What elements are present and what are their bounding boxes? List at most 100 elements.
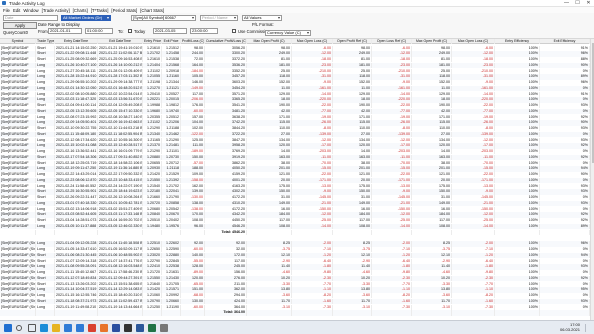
menu-window[interactable]: Window [23, 8, 38, 13]
table-row[interactable]: [Sim]EURUSD#F (Sim) Long 2021-01-15 16:12:… [0, 293, 594, 299]
table-row[interactable]: [Sim]EURUSD#F Long 2021-01-29 06:55:10.202… [0, 80, 594, 86]
table-row[interactable]: [Sim]EURUSD#F Long 2021-02-22 14:43:29.014… [0, 172, 594, 178]
column-header[interactable]: Trade Type [36, 39, 55, 45]
table-row[interactable]: [Sim]EURUSD#F Long 2021-02-02 08:10:05.880… [0, 91, 594, 97]
total-row[interactable]: Total: 4546.20 [0, 229, 594, 235]
settings-icon[interactable] [160, 324, 168, 332]
from-time-input[interactable]: 01:00:00 [85, 28, 113, 34]
column-header[interactable]: Open Loss Ref (C) [372, 39, 412, 45]
menu-charts[interactable]: [Charts] [73, 8, 88, 13]
table-row[interactable]: [Sim]EURUSD#F (Sim) Short 2021-01-13 13:26… [0, 281, 594, 287]
date-field[interactable]: Date [3, 15, 58, 21]
table-row[interactable]: [Sim]EURUSD#F (Sim) Long 2021-01-08 09:55:… [0, 264, 594, 270]
system-clock[interactable]: 17:00 06.03.2021 [560, 322, 580, 332]
column-header[interactable]: Exit Price [162, 39, 181, 45]
table-row[interactable]: [Sim]EURUSD#F (Sim) Short 2021-01-06 08:21… [0, 252, 594, 259]
from-date-input[interactable]: 2021-01-01 [48, 28, 82, 34]
mail-icon[interactable] [76, 324, 84, 332]
column-header[interactable]: Open Profit Ref (C) [333, 39, 372, 45]
table-row[interactable]: [Sim]EURUSD#F Short 2021-02-04 09:41:00.11… [0, 103, 594, 109]
word-icon[interactable] [136, 324, 144, 332]
show-desktop-button[interactable] [585, 324, 591, 332]
table-row[interactable]: [Sim]EURUSD#F Short 2021-02-25 16:30:55.90… [0, 189, 594, 195]
table-row[interactable]: [Sim]EURUSD#F (Sim) Long 2021-01-19 11:49:… [0, 304, 594, 310]
table-row[interactable]: [Sim]EURUSD#F Long 2021-02-24 11:58:40.552… [0, 183, 594, 189]
table-row[interactable]: [Sim]EURUSD#F (Sim) Long 2021-01-04 09:12:… [0, 241, 594, 247]
column-header[interactable]: Exit DateTime [98, 39, 143, 45]
table-row[interactable]: [Sim]EURUSD#F Long 2021-03-05 10:11:37.888… [0, 223, 594, 230]
table-row[interactable]: [Sim]EURUSD#F Long 2021-02-16 13:36:52.441… [0, 149, 594, 155]
table-row[interactable]: [Sim]EURUSD#F (Sim) Long 2021-01-11 15:40:… [0, 270, 594, 276]
values-select[interactable]: All Values [242, 15, 282, 21]
windows-start-icon[interactable] [4, 324, 12, 332]
pl-format-select[interactable]: Currency Value (C) [265, 30, 311, 36]
menu-tasks[interactable]: [T*Tasks] [91, 8, 109, 13]
use-commission-checkbox[interactable] [232, 29, 236, 33]
today-checkbox[interactable] [128, 29, 132, 33]
column-header[interactable]: Max Open Loss (C) [452, 39, 495, 45]
table-row[interactable]: [Sim]EURUSD#F Short 2021-03-03 08:52:44.60… [0, 212, 594, 218]
to-time-input[interactable]: 23:00:00 [190, 28, 218, 34]
terminal-icon[interactable] [124, 324, 132, 332]
table-row[interactable]: [Sim]EURUSD#F (Sim) Short 2021-01-12 07:18… [0, 275, 594, 282]
task-view-icon[interactable] [28, 324, 36, 332]
menu-chart-stats[interactable]: [Chart Stats] [140, 8, 164, 13]
search-icon[interactable] [16, 325, 22, 331]
table-row[interactable]: [Sim]EURUSD#F Long 2021-01-26 10:40:27.100… [0, 62, 594, 69]
period-select[interactable]: Period / Name [200, 15, 238, 21]
table-row[interactable]: [Sim]EURUSD#F Short 2021-01-21 14:15:02.25… [0, 45, 594, 51]
table-row[interactable]: [Sim]EURUSD#F Long 2021-02-19 09:11:47.250… [0, 166, 594, 172]
vertical-scrollbar[interactable] [590, 39, 594, 320]
menu-period-stats[interactable]: [Period Stats] [111, 8, 137, 13]
table-row[interactable]: [Sim]EURUSD#F Short 2021-02-05 13:12:39.60… [0, 108, 594, 115]
table-row[interactable]: [Sim]EURUSD#F Long 2021-01-28 15:22:44.910… [0, 74, 594, 80]
column-header[interactable]: Max Open Loss (C) [292, 39, 333, 45]
table-row[interactable]: [Sim]EURUSD#F (Sim) Long 2021-01-05 14:33:… [0, 247, 594, 253]
table-row[interactable]: [Sim]EURUSD#F Long 2021-03-02 13:14:06.918… [0, 206, 594, 212]
column-header[interactable]: Max Open Profit (C) [247, 39, 292, 45]
table-row[interactable]: [Sim]EURUSD#F Short 2021-02-11 15:48:09.18… [0, 131, 594, 138]
column-header[interactable]: Symbol [0, 39, 36, 45]
table-row[interactable]: [Sim]EURUSD#F Short 2021-01-25 08:09:32.66… [0, 57, 594, 63]
table-row[interactable]: [Sim]EURUSD#F (Sim) Short 2021-01-07 12:09… [0, 258, 594, 264]
table-row[interactable]: [Sim]EURUSD#F Short 2021-03-04 14:28:51.07… [0, 218, 594, 224]
table-row[interactable]: [Sim]EURUSD#F Long 2021-02-09 14:05:50.401… [0, 120, 594, 126]
column-header[interactable]: Entry Efficiency [495, 39, 540, 45]
table-row[interactable]: [Sim]EURUSD#F Short 2021-02-18 12:25:03.71… [0, 160, 594, 166]
excel-icon[interactable] [148, 324, 156, 332]
table-row[interactable]: [Sim]EURUSD#F Short 2021-02-26 09:22:31.44… [0, 195, 594, 201]
column-header[interactable]: Cumulative Profit/Loss (C) [205, 39, 247, 45]
table-row[interactable]: [Sim]EURUSD#F Long 2021-01-27 20:45:18.111… [0, 68, 594, 74]
column-header[interactable]: Entry Price [143, 39, 162, 45]
column-header[interactable]: Max Open Profit (C) [412, 39, 452, 45]
store-icon[interactable] [64, 324, 72, 332]
firefox-icon[interactable] [100, 324, 108, 332]
edge-icon[interactable] [40, 324, 48, 332]
explorer-icon[interactable] [52, 324, 60, 332]
table-row[interactable]: [Sim]EURUSD#F Short 2021-02-17 07:54:18.30… [0, 154, 594, 161]
maximize-button[interactable]: ☐ [572, 0, 583, 7]
table-row[interactable]: [Sim]EURUSD#F (Sim) Long 2021-01-14 10:04:… [0, 287, 594, 293]
account-select[interactable]: 60667 [163, 15, 196, 21]
chrome-icon[interactable] [88, 324, 96, 332]
sierra-chart-icon[interactable] [112, 324, 120, 332]
to-date-input[interactable]: 2021-03-05 [153, 28, 187, 34]
table-row[interactable]: [Sim]EURUSD#F Long 2021-02-01 14:30:12.050… [0, 85, 594, 92]
minimize-button[interactable]: — [561, 0, 572, 7]
table-row[interactable]: [Sim]EURUSD#F (Sim) Short 2021-01-18 08:37… [0, 298, 594, 305]
column-header[interactable]: Profit/Loss (C) [181, 39, 205, 45]
table-row[interactable]: [Sim]EURUSD#F Short 2021-02-10 09:30:22.75… [0, 126, 594, 132]
menu-edit[interactable]: Edit [13, 8, 20, 13]
column-header[interactable]: Exit Efficiency [540, 39, 590, 45]
close-button[interactable]: ✕ [583, 0, 594, 7]
column-header[interactable]: Entry DateTime [55, 39, 98, 45]
table-row[interactable]: [Sim]EURUSD#F Short 2021-01-22 09:08:11.44… [0, 51, 594, 57]
total-row[interactable]: Total: 364.00 [0, 310, 594, 316]
table-row[interactable]: [Sim]EURUSD#F Long 2021-02-12 08:17:34.620… [0, 137, 594, 143]
apply-button[interactable]: Apply [3, 22, 37, 29]
table-row[interactable]: [Sim]EURUSD#F Long 2021-02-23 08:06:12.870… [0, 177, 594, 184]
table-row[interactable]: [Sim]EURUSD#F Long 2021-02-15 10:02:41.088… [0, 143, 594, 149]
table-row[interactable]: [Sim]EURUSD#F Long 2021-02-08 07:23:15.992… [0, 114, 594, 120]
menu-trade-activity[interactable]: [Trade Activity] [42, 8, 70, 13]
menu-file[interactable]: File [3, 8, 10, 13]
